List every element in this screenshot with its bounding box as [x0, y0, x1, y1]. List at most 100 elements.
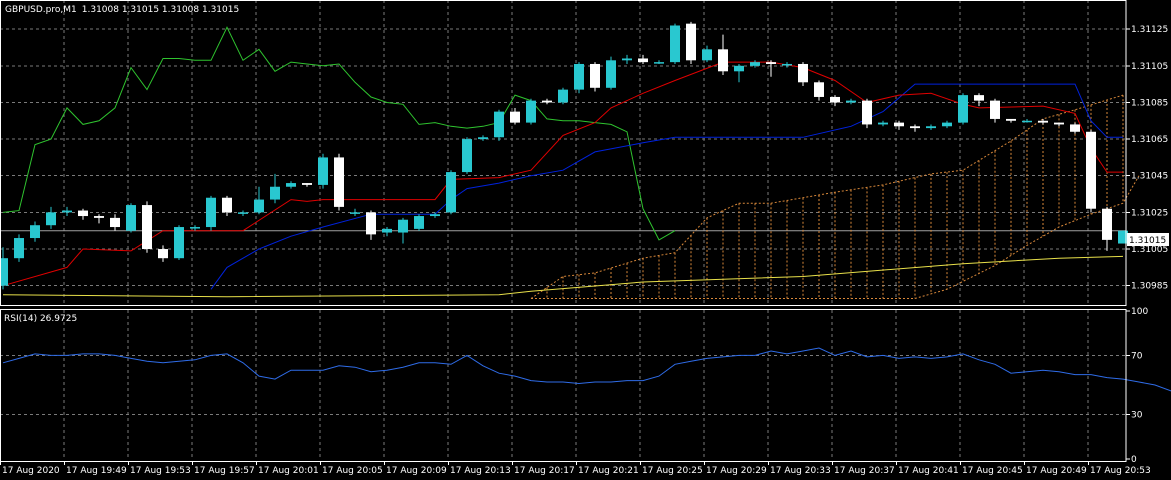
- candle-body: [494, 111, 504, 138]
- time-label: 17 Aug 20:49: [1026, 466, 1087, 476]
- candle-body: [1022, 120, 1032, 123]
- candle-body: [686, 23, 696, 61]
- candle[interactable]: [462, 137, 472, 174]
- time-label: 17 Aug 20:17: [514, 466, 575, 476]
- candle-body: [398, 219, 408, 233]
- price-tick-label: 1.31105: [1131, 62, 1168, 72]
- candle-body: [606, 60, 616, 88]
- time-label: 17 Aug 20:53: [1090, 466, 1151, 476]
- time-label: 17 Aug 2020: [2, 466, 60, 476]
- candle-body: [798, 63, 808, 83]
- rsi-tick-label: 0: [1131, 455, 1137, 465]
- candle[interactable]: [142, 201, 152, 253]
- candle-body: [446, 172, 456, 213]
- candle-body: [1086, 131, 1096, 209]
- candle-body: [286, 183, 296, 187]
- candle[interactable]: [862, 98, 872, 129]
- candle-body: [94, 216, 104, 218]
- candle-body: [0, 258, 8, 286]
- candle-body: [78, 210, 88, 217]
- candle-body: [958, 95, 968, 123]
- candle-body: [110, 217, 120, 228]
- candle-body: [894, 122, 904, 127]
- price-tick-label: 1.31025: [1131, 208, 1168, 218]
- candle-body: [974, 95, 984, 101]
- time-label: 17 Aug 20:29: [706, 466, 767, 476]
- candle-body: [638, 58, 648, 63]
- candle-body: [270, 186, 280, 200]
- rsi-tick-label: 30: [1131, 411, 1143, 421]
- time-label: 17 Aug 20:21: [578, 466, 639, 476]
- candle-body: [526, 100, 536, 123]
- time-label: 17 Aug 19:53: [130, 466, 191, 476]
- candle-body: [382, 228, 392, 233]
- candle-body: [558, 89, 568, 103]
- candle-body: [782, 63, 792, 66]
- time-label: 17 Aug 20:09: [386, 466, 447, 476]
- price-tick-label: 1.31005: [1131, 245, 1168, 255]
- time-label: 17 Aug 20:41: [898, 466, 959, 476]
- candle[interactable]: [670, 23, 680, 64]
- candle-body: [222, 197, 232, 213]
- candle-body: [1038, 120, 1048, 123]
- candle-body: [142, 205, 152, 250]
- candle-body: [462, 139, 472, 173]
- candle-body: [414, 216, 424, 229]
- candle[interactable]: [494, 109, 504, 141]
- rsi-label: RSI(14) 26.9725: [4, 314, 77, 324]
- candle-body: [926, 126, 936, 129]
- candle[interactable]: [318, 153, 328, 189]
- candle-body: [814, 82, 824, 97]
- candle-body: [46, 212, 56, 226]
- candle[interactable]: [686, 21, 696, 64]
- candle-body: [366, 212, 376, 235]
- candle[interactable]: [1086, 129, 1096, 213]
- candle-body: [622, 58, 632, 61]
- candle-body: [62, 210, 72, 213]
- candle-body: [942, 122, 952, 127]
- price-tick-label: 1.31125: [1131, 25, 1168, 35]
- time-label: 17 Aug 20:05: [322, 466, 383, 476]
- candle[interactable]: [206, 195, 216, 231]
- price-tick-label: 1.31065: [1131, 135, 1168, 145]
- candle[interactable]: [414, 214, 424, 231]
- candle-body: [430, 214, 440, 217]
- candle[interactable]: [606, 56, 616, 90]
- candle-body: [590, 63, 600, 88]
- time-label: 17 Aug 20:37: [834, 466, 895, 476]
- time-label: 17 Aug 19:57: [194, 466, 255, 476]
- candle-body: [126, 205, 136, 231]
- candle[interactable]: [526, 98, 536, 125]
- candle-body: [1102, 208, 1112, 240]
- time-label: 17 Aug 20:01: [258, 466, 319, 476]
- candle[interactable]: [14, 234, 24, 262]
- time-label: 17 Aug 19:49: [66, 466, 127, 476]
- candle-body: [1070, 124, 1080, 132]
- candle-body: [718, 49, 728, 72]
- time-label: 17 Aug 20:25: [642, 466, 703, 476]
- candle[interactable]: [446, 170, 456, 215]
- candle-body: [766, 62, 776, 64]
- candle-body: [830, 96, 840, 103]
- candle[interactable]: [574, 62, 584, 94]
- candle-body: [206, 197, 216, 228]
- candle[interactable]: [334, 153, 344, 211]
- candle[interactable]: [590, 62, 600, 92]
- current-price-label: 1.31015: [1129, 236, 1166, 246]
- candle-body: [238, 212, 248, 214]
- candle-body: [574, 63, 584, 90]
- candle-body: [734, 65, 744, 72]
- candle-body: [30, 225, 40, 239]
- candle[interactable]: [958, 93, 968, 125]
- candle[interactable]: [174, 225, 184, 261]
- candle-body: [350, 212, 360, 214]
- candle-body: [862, 100, 872, 125]
- time-label: 17 Aug 20:45: [962, 466, 1023, 476]
- time-label: 17 Aug 20:33: [770, 466, 831, 476]
- candle[interactable]: [126, 203, 136, 233]
- candle-body: [14, 238, 24, 259]
- candle-body: [190, 227, 200, 229]
- candle-body: [878, 122, 888, 125]
- candle-body: [1006, 118, 1016, 121]
- candle[interactable]: [558, 87, 568, 105]
